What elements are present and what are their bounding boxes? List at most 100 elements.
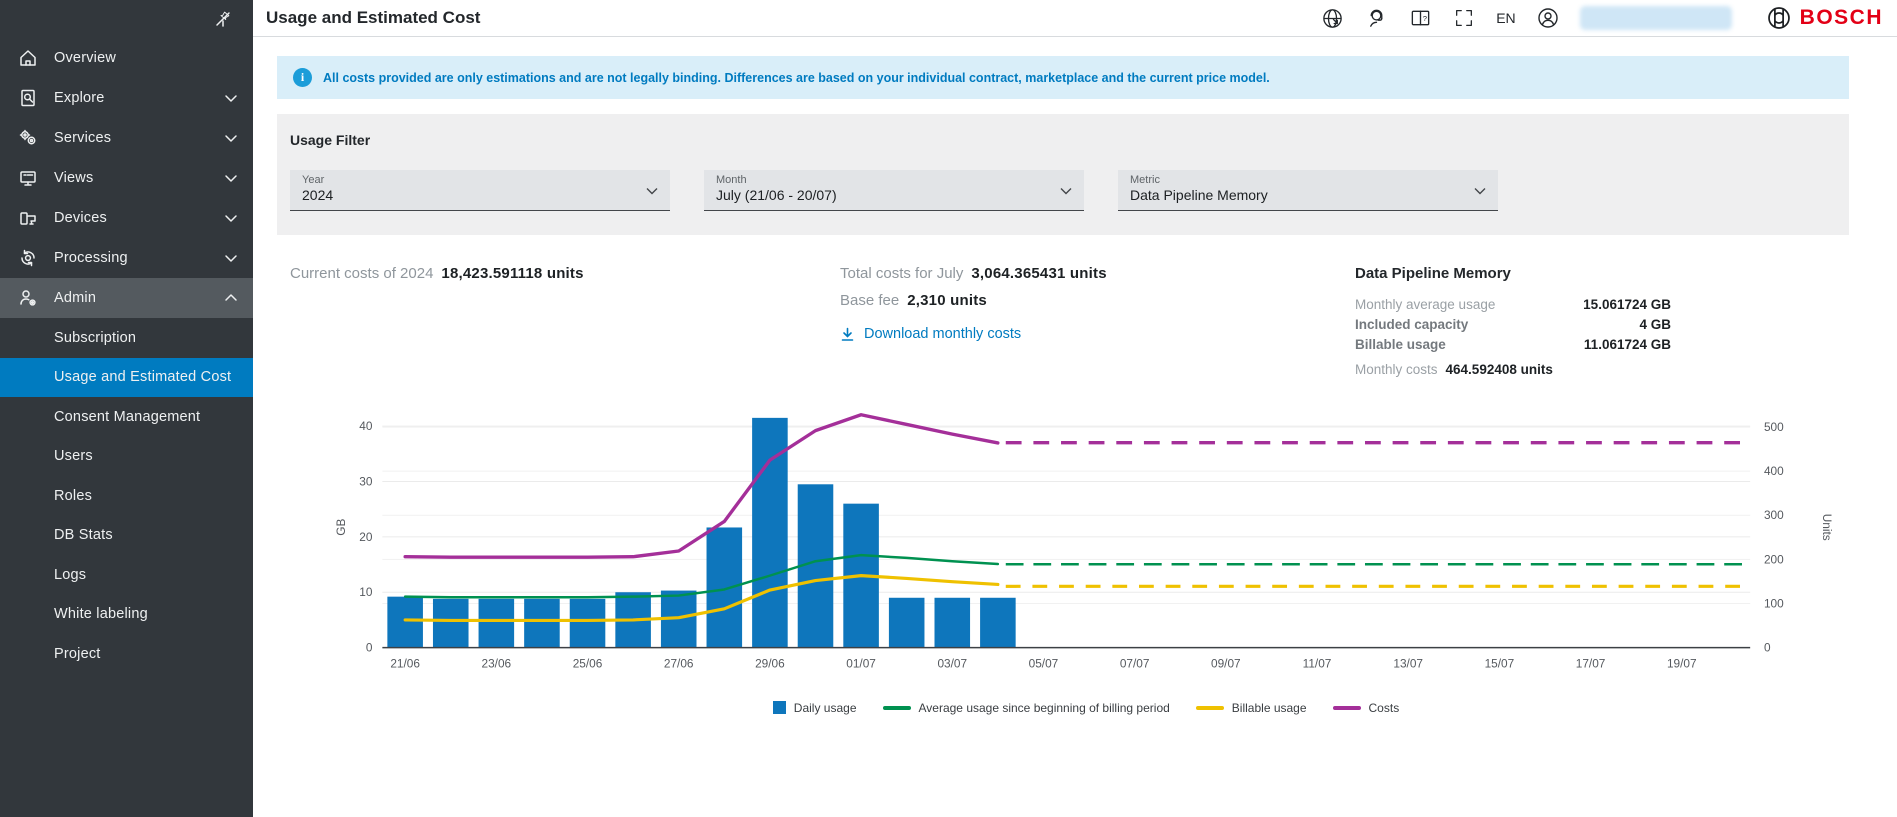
sidebar-subitem-subscription[interactable]: Subscription [0,318,253,358]
fullscreen-icon[interactable] [1452,6,1476,30]
monthly-costs-block: Total costs for July3,064.365431 units B… [840,265,1355,377]
support-icon[interactable] [1364,6,1388,30]
processing-icon [16,246,40,270]
sidebar-subitem-consent-management[interactable]: Consent Management [0,397,253,437]
sidebar-item-label: Views [54,170,223,186]
sidebar-item-admin[interactable]: Admin [0,278,253,318]
metric-row-value: 11.061724 GB [1584,335,1671,355]
chevron-down-icon [1058,183,1074,204]
views-icon [16,166,40,190]
sidebar-subitem-usage-and-estimated-cost[interactable]: Usage and Estimated Cost [0,358,253,398]
base-fee-value: 2,310 units [907,292,987,309]
svg-text:10: 10 [359,585,373,599]
legend-line-swatch [1333,706,1361,710]
sidebar-subitem-db-stats[interactable]: DB Stats [0,516,253,556]
sub-item-label: Project [54,646,101,662]
month-select-value: July (21/06 - 20/07) [716,187,1050,203]
legend-item-daily-usage: Daily usage [773,701,857,715]
svg-text:300: 300 [1764,508,1784,522]
sidebar-subitem-roles[interactable]: Roles [0,476,253,516]
legend-item-average-usage: Average usage since beginning of billing… [883,701,1170,715]
sidebar-item-label: Explore [54,90,223,106]
usage-filter-title: Usage Filter [290,132,1836,148]
sidebar-item-views[interactable]: Views [0,158,253,198]
sidebar-item-overview[interactable]: Overview [0,38,253,78]
month-select-label: Month [716,174,1050,186]
globe-icon[interactable] [1320,6,1344,30]
sidebar: Overview Explore Services Views Devices … [0,0,253,817]
download-monthly-costs-link[interactable]: Download monthly costs [840,326,1355,342]
svg-text:20: 20 [359,530,373,544]
sub-item-label: Logs [54,567,86,583]
sidebar-item-label: Processing [54,250,223,266]
usage-chart-section: 010203040010020030040050021/0623/0625/06… [277,391,1849,715]
svg-text:?: ? [1422,13,1426,22]
metric-row-value: 15.061724 GB [1583,295,1671,315]
sidebar-item-explore[interactable]: Explore [0,78,253,118]
top-bar: Usage and Estimated Cost ? EN BOSCH [253,0,1897,37]
sidebar-item-processing[interactable]: Processing [0,238,253,278]
svg-text:21/06: 21/06 [390,656,420,670]
usage-chart: 010203040010020030040050021/0623/0625/06… [331,391,1841,699]
info-banner-text: All costs provided are only estimations … [323,71,1270,85]
chevron-down-icon [223,130,239,146]
sidebar-subitem-users[interactable]: Users [0,437,253,477]
month-select[interactable]: Month July (21/06 - 20/07) [704,170,1084,211]
chart-legend: Daily usage Average usage since beginnin… [331,701,1841,715]
home-icon [16,46,40,70]
svg-text:40: 40 [359,419,373,433]
unpin-sidebar-icon[interactable] [211,7,235,31]
legend-line-swatch [1196,706,1224,710]
metric-row-label: Billable usage [1355,335,1446,355]
download-icon [840,327,855,342]
svg-text:25/06: 25/06 [573,656,603,670]
language-selector[interactable]: EN [1496,10,1515,26]
info-icon: i [293,68,312,87]
svg-text:GB: GB [334,519,348,536]
chevron-up-icon [223,290,239,306]
legend-item-costs: Costs [1333,701,1400,715]
filter-row: Year 2024 Month July (21/06 - 20/07) Met… [290,170,1836,211]
svg-text:29/06: 29/06 [755,656,785,670]
sub-item-label: Usage and Estimated Cost [54,369,231,385]
sub-item-label: Subscription [54,330,136,346]
legend-label: Costs [1369,701,1400,715]
svg-text:Units: Units [1820,514,1834,541]
sidebar-item-devices[interactable]: Devices [0,198,253,238]
total-costs-value: 3,064.365431 units [971,265,1106,282]
year-select-label: Year [302,174,636,186]
help-book-icon[interactable]: ? [1408,6,1432,30]
chevron-down-icon [1472,183,1488,204]
legend-label: Average usage since beginning of billing… [919,701,1170,715]
legend-label: Daily usage [794,701,857,715]
app-window: Overview Explore Services Views Devices … [0,0,1897,817]
sidebar-subitem-white-labeling[interactable]: White labeling [0,595,253,635]
sub-item-label: White labeling [54,606,148,622]
svg-text:30: 30 [359,474,373,488]
year-select-value: 2024 [302,187,636,203]
page-title: Usage and Estimated Cost [266,8,1320,28]
metric-select[interactable]: Metric Data Pipeline Memory [1118,170,1498,211]
sidebar-item-label: Overview [54,50,239,66]
sidebar-subitem-project[interactable]: Project [0,634,253,674]
svg-text:0: 0 [366,641,373,655]
year-select[interactable]: Year 2024 [290,170,670,211]
cost-summary: Current costs of 202418,423.591118 units… [277,265,1849,377]
svg-text:23/06: 23/06 [482,656,512,670]
svg-text:13/07: 13/07 [1393,656,1423,670]
metric-select-label: Metric [1130,174,1464,186]
metric-detail-panel: Data Pipeline Memory Monthly average usa… [1355,265,1671,377]
svg-text:0: 0 [1764,641,1771,655]
bosch-wordmark: BOSCH [1800,6,1883,30]
base-fee-label: Base fee [840,292,899,309]
sidebar-item-label: Devices [54,210,223,226]
topbar-actions: ? EN BOSCH [1320,5,1883,31]
sub-item-label: DB Stats [54,527,113,543]
download-link-label: Download monthly costs [864,326,1021,342]
legend-bar-swatch [773,701,786,714]
redacted-account-name [1580,6,1732,30]
sub-item-label: Roles [54,488,92,504]
account-icon[interactable] [1536,6,1560,30]
sidebar-item-services[interactable]: Services [0,118,253,158]
sidebar-subitem-logs[interactable]: Logs [0,555,253,595]
